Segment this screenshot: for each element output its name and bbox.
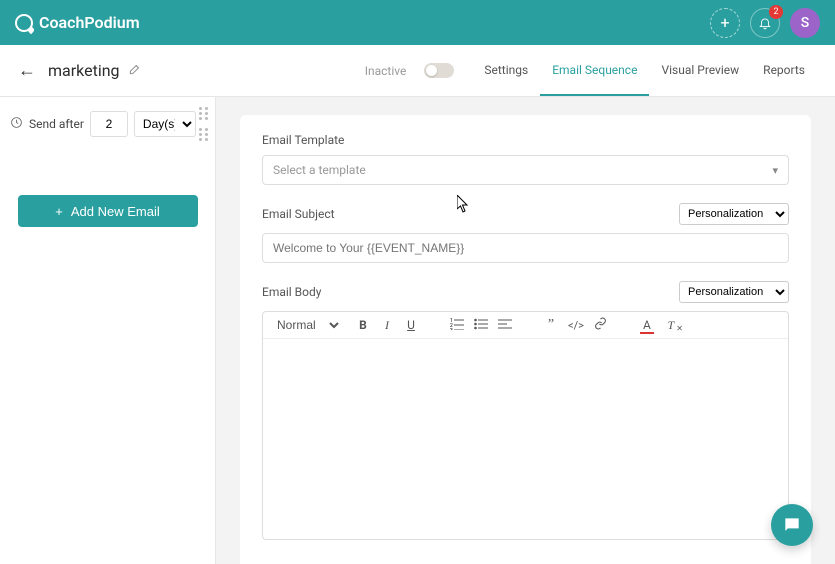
avatar-initial: S [801,15,809,31]
pencil-icon [128,62,142,76]
email-form-card: Email Template Select a template ▾ Email… [240,115,811,564]
plus-icon: + [55,204,63,219]
template-label: Email Template [262,133,789,147]
editor-body[interactable] [263,339,788,539]
blockquote-button[interactable]: ” [544,317,558,333]
clock-icon [10,116,23,132]
tab-visual-preview[interactable]: Visual Preview [649,46,751,96]
chevron-down-icon: ▾ [772,164,778,177]
ordered-list-button[interactable]: 123 [450,318,464,333]
italic-button[interactable]: I [380,318,394,333]
bold-button[interactable]: B [356,318,370,332]
body-section: Email Body Personalization Normal B I U [262,281,789,540]
subject-input[interactable] [273,241,778,255]
tab-email-sequence[interactable]: Email Sequence [540,46,649,96]
svg-text:3: 3 [450,328,453,330]
main-panel: Email Template Select a template ▾ Email… [216,97,835,564]
status-label: Inactive [365,64,407,78]
send-after-label: Send after [29,117,84,131]
align-icon [498,318,512,330]
heading-select[interactable]: Normal [273,317,342,333]
tab-reports[interactable]: Reports [751,46,817,96]
chat-icon [782,515,802,535]
unordered-list-icon [474,318,488,330]
code-button[interactable]: </> [568,319,584,332]
template-select[interactable]: Select a template ▾ [262,155,789,185]
send-after-row: Send after Day(s) [10,107,205,149]
brand-logo[interactable]: CoachPodium [15,13,140,32]
body-label: Email Body [262,285,321,299]
subject-label: Email Subject [262,207,335,221]
text-color-button[interactable]: A [640,318,654,332]
drag-handle-icon[interactable] [199,107,209,120]
send-after-value-input[interactable] [90,111,128,137]
align-button[interactable] [498,318,512,333]
template-section: Email Template Select a template ▾ [262,133,789,185]
sub-header: ← marketing Inactive Settings Email Sequ… [0,45,835,97]
underline-button[interactable]: U [404,318,418,332]
subject-personalization-select[interactable]: Personalization [679,203,789,225]
unordered-list-button[interactable] [474,318,488,333]
editor-toolbar: Normal B I U 123 [263,312,788,339]
top-bar: CoachPodium + 2 S [0,0,835,45]
avatar[interactable]: S [790,8,820,38]
send-after-unit-select[interactable]: Day(s) [134,111,196,137]
content-area: Send after Day(s) + Add New Email Email … [0,97,835,564]
drag-handles [199,107,209,141]
logo-icon [15,14,33,32]
back-arrow-icon[interactable]: ← [18,60,36,81]
link-icon [594,317,607,330]
tab-bar: Settings Email Sequence Visual Preview R… [472,46,817,96]
page-title: marketing [48,61,120,80]
drag-handle-icon[interactable] [199,128,209,141]
body-personalization-select[interactable]: Personalization [679,281,789,303]
bell-icon [758,16,772,30]
tab-settings[interactable]: Settings [472,46,540,96]
sidebar: Send after Day(s) + Add New Email [0,97,216,564]
add-new-email-button[interactable]: + Add New Email [18,195,198,227]
subject-input-wrap [262,233,789,263]
clear-format-button[interactable]: T✕ [664,318,678,333]
status-toggle[interactable] [424,63,454,78]
editor: Normal B I U 123 [262,311,789,540]
subject-section: Email Subject Personalization [262,203,789,263]
chat-fab[interactable] [771,504,813,546]
notification-badge: 2 [769,5,783,19]
link-button[interactable] [594,317,608,333]
template-placeholder: Select a template [273,163,366,177]
notifications-button[interactable]: 2 [750,8,780,38]
ordered-list-icon: 123 [450,318,464,330]
edit-title-button[interactable] [128,61,142,80]
add-email-label: Add New Email [71,204,160,219]
brand-name: CoachPodium [39,13,140,32]
add-button[interactable]: + [710,8,740,38]
